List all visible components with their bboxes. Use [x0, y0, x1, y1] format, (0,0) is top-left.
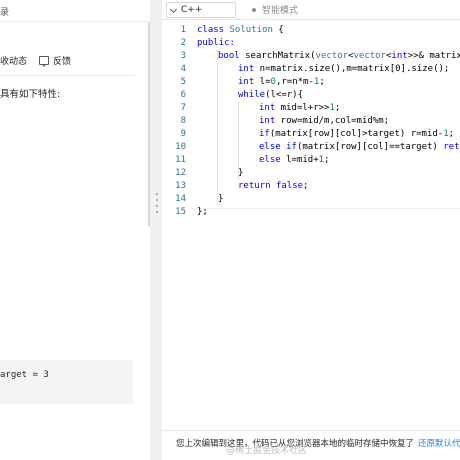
line-number: 5: [180, 77, 186, 87]
feedback-icon: [39, 55, 50, 67]
code-line: else if(matrix[row][col]==target) return: [259, 141, 460, 154]
problem-scrollbar[interactable]: [148, 22, 150, 227]
line-number: 8: [180, 116, 186, 126]
line-number: 9: [180, 129, 186, 139]
current-line-highlight: [192, 208, 460, 209]
panel-splitter[interactable]: [152, 0, 162, 460]
code-token: {: [272, 25, 284, 35]
code-token: int: [391, 51, 408, 61]
code-line: if(matrix[row][col]>target) r=mid-1;: [259, 128, 454, 141]
language-select[interactable]: C++: [166, 2, 236, 18]
code-token: l=mid+: [280, 155, 319, 165]
code-token: int: [238, 77, 255, 87]
problem-panel: 录 收动态 反馈 具有如下特性: arget = 3: [0, 0, 150, 460]
feedback-button[interactable]: 反馈: [39, 54, 71, 67]
chevron-down-icon: [169, 5, 178, 14]
line-number: 10: [175, 142, 186, 152]
code-token: mid=l+r>>: [275, 103, 330, 113]
splitter-handle-icon[interactable]: [155, 193, 159, 217]
line-number-gutter: 1 2 3 4 5 6 7 8 9 10 11 12 13 14 15: [162, 20, 192, 430]
code-token: class: [197, 25, 225, 35]
line-number: 4: [180, 64, 186, 74]
feedback-label: 反馈: [53, 56, 72, 67]
code-token: ;: [324, 155, 330, 165]
smart-mode-label: 智能模式: [262, 6, 299, 16]
code-token: ;: [448, 129, 455, 139]
code-token: ,r=n*m-: [275, 77, 314, 87]
code-line: else l=mid+1;: [259, 154, 329, 167]
code-line: return false;: [238, 180, 308, 193]
indent-guide: [217, 50, 218, 206]
editor-footer: 您上次编辑到这里，代码已从您浏览器本地的临时存储中恢复了 还原默认代: [162, 430, 460, 460]
problem-actions: 收动态 反馈: [0, 52, 71, 68]
line-number: 14: [175, 194, 186, 204]
smart-mode-toggle[interactable]: 智能模式: [252, 3, 298, 16]
code-token: }: [218, 194, 224, 204]
code-token: (l<=r){: [265, 90, 304, 100]
code-token: ;: [319, 77, 325, 87]
mode-dot-icon: [252, 7, 256, 12]
code-token: return: [238, 181, 271, 191]
code-token: row=mid/m,col=mid%m;: [275, 116, 390, 126]
code-token: (matrix[row][col]>target) r=mid-: [269, 129, 444, 139]
problem-description: 具有如下特性:: [0, 89, 61, 100]
code-token: while: [238, 90, 266, 100]
code-token: int: [238, 64, 255, 74]
example-input: arget = 3: [0, 370, 49, 380]
problem-header: 录: [0, 0, 150, 22]
line-number: 7: [180, 103, 186, 113]
code-token: public:: [197, 38, 235, 48]
line-number: 2: [180, 38, 186, 48]
line-number: 12: [175, 168, 186, 178]
code-line: int row=mid/m,col=mid%m;: [259, 115, 389, 128]
code-token: vector: [353, 51, 386, 61]
code-token: n=matrix.size(),m=matrix[0].size();: [254, 64, 450, 74]
watermark: @稀土掘金技术社区: [226, 446, 308, 456]
code-token: searchMatrix(: [239, 51, 316, 61]
code-token: };: [197, 207, 208, 217]
code-line: int mid=l+r>>1;: [259, 102, 340, 115]
code-token: vector: [315, 51, 349, 61]
code-token: Solution: [224, 25, 273, 35]
example-block: arget = 3: [0, 360, 133, 404]
collect-button[interactable]: 收动态: [0, 54, 27, 67]
code-token: else: [259, 142, 281, 152]
code-line: while(l<=r){: [238, 89, 303, 102]
line-number: 15: [175, 207, 186, 217]
code-token: >>& matrix, i: [407, 51, 460, 61]
line-number: 1: [180, 25, 186, 35]
line-number: 3: [180, 51, 186, 61]
code-token: else: [259, 155, 281, 165]
code-token: l=: [254, 77, 271, 87]
code-token: (matrix[row][col]==target): [296, 142, 444, 152]
editor-toolbar: C++ 智能模式: [162, 0, 460, 20]
code-token: if: [286, 142, 297, 152]
code-token: int: [259, 103, 276, 113]
code-editor[interactable]: 1 2 3 4 5 6 7 8 9 10 11 12 13 14 15 clas…: [162, 20, 460, 430]
restore-default-code-link[interactable]: 还原默认代: [418, 437, 460, 449]
problem-header-text: 录: [0, 8, 10, 18]
code-line: };: [197, 206, 208, 219]
code-token: if: [259, 129, 270, 139]
code-line: int l=0,r=n*m-1;: [238, 76, 325, 89]
line-number: 13: [175, 181, 186, 191]
code-token: return: [443, 142, 460, 152]
code-line: bool searchMatrix(vector<vector<int>>& m…: [218, 50, 460, 63]
code-line: }: [238, 167, 243, 180]
code-line: public:: [197, 37, 235, 50]
line-number: 11: [175, 155, 186, 165]
code-token: ;: [303, 181, 309, 191]
language-label: C++: [181, 5, 203, 15]
code-token: ;: [334, 103, 341, 113]
code-line: int n=matrix.size(),m=matrix[0].size();: [238, 63, 449, 76]
code-line: }: [218, 193, 223, 206]
code-token: }: [238, 168, 244, 178]
code-token: bool: [218, 51, 240, 61]
code-line: class Solution {: [197, 24, 284, 37]
divider: [0, 75, 135, 76]
code-token: int: [259, 116, 276, 126]
code-token: false: [275, 181, 304, 191]
line-number: 6: [180, 90, 186, 100]
